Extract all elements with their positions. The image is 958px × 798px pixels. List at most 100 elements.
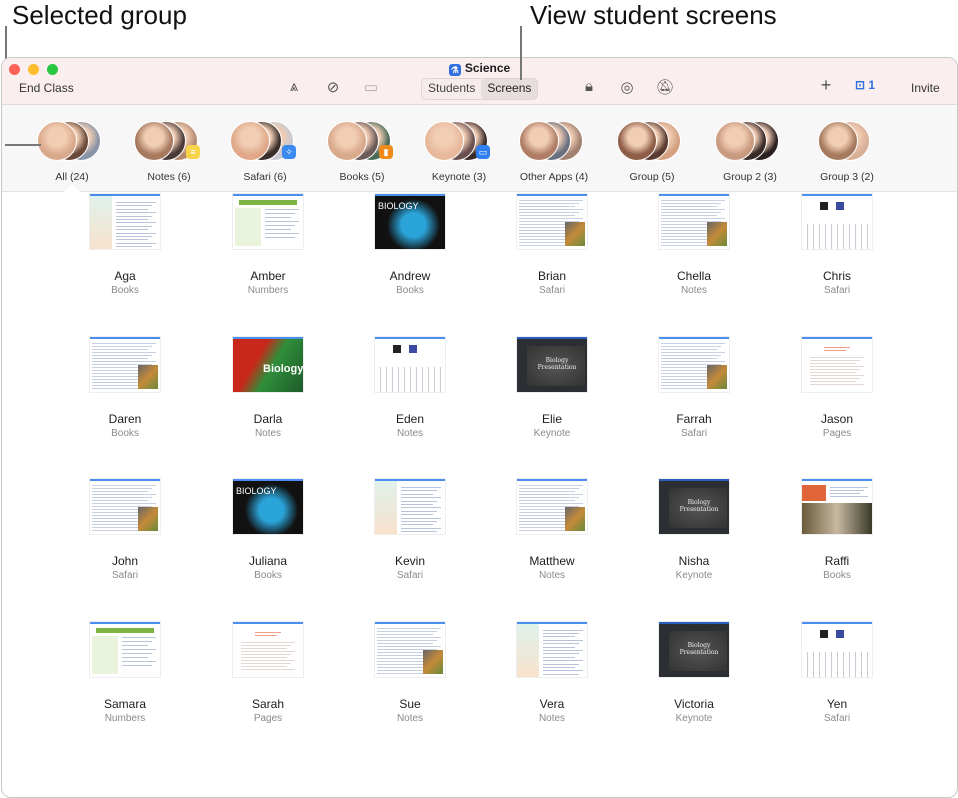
student-screen-thumbnail[interactable] <box>659 336 729 392</box>
text-line <box>543 663 579 665</box>
text-line <box>377 636 441 638</box>
student-name: Chris <box>822 269 851 283</box>
student-screen-thumbnail[interactable] <box>802 621 872 677</box>
student-screen-thumbnail[interactable] <box>90 336 160 392</box>
student-tile[interactable]: Biology Presentation Nisha Keynote <box>634 479 754 581</box>
student-screen-thumbnail[interactable]: Biology Presentation <box>659 621 729 677</box>
text-line <box>543 636 575 638</box>
student-screen-thumbnail[interactable] <box>90 194 160 249</box>
student-screen-thumbnail[interactable] <box>659 194 729 249</box>
student-screen-thumbnail[interactable]: Biology Presentation <box>659 479 729 534</box>
mute-icon[interactable]: 🔕︎ <box>655 78 675 96</box>
text-line <box>265 233 299 234</box>
student-screen-thumbnail[interactable] <box>802 194 872 249</box>
group-avatars: ▮ <box>327 121 397 161</box>
window-title: ⚗ Science <box>2 61 957 76</box>
student-tile[interactable]: Chella Notes <box>634 194 754 296</box>
inbox-button[interactable]: ⊡ 1 <box>855 78 875 92</box>
text-line <box>265 225 295 226</box>
student-screen-thumbnail[interactable] <box>375 621 445 677</box>
student-tile[interactable]: Chris Safari <box>777 194 897 296</box>
keyboard <box>802 224 872 249</box>
student-app: Safari <box>823 712 851 724</box>
student-tile[interactable]: Aga Books <box>65 194 185 296</box>
student-app: Notes <box>396 427 424 439</box>
student-tile[interactable]: Kevin Safari <box>350 479 470 581</box>
group-all[interactable]: All (24) <box>17 121 127 183</box>
hide-icon[interactable]: ◎ <box>617 78 637 96</box>
student-screen-thumbnail[interactable] <box>233 621 303 677</box>
student-tile[interactable]: Amber Numbers <box>208 194 328 296</box>
group-avatars: ▭ <box>424 121 494 161</box>
student-screen-thumbnail[interactable]: Biology <box>233 336 303 392</box>
student-tile[interactable]: Jason Pages <box>777 336 897 439</box>
callout-view-student-screens: View student screens <box>530 0 777 30</box>
student-screen-thumbnail[interactable] <box>517 479 587 534</box>
student-tile[interactable]: Farrah Safari <box>634 336 754 439</box>
invite-button[interactable]: Invite <box>911 81 940 95</box>
student-tile[interactable]: Vera Notes <box>492 621 612 724</box>
tab-students[interactable]: Students <box>422 79 481 99</box>
student-tile[interactable]: Biology Darla Notes <box>208 336 328 439</box>
end-class-button[interactable]: End Class <box>19 81 74 95</box>
group-avatars <box>715 121 785 161</box>
student-screen-thumbnail[interactable] <box>517 621 587 677</box>
text-line <box>543 639 583 641</box>
student-screen-thumbnail[interactable] <box>517 194 587 249</box>
text-line <box>116 232 156 234</box>
group-notes[interactable]: ≡ Notes (6) <box>114 121 224 183</box>
text-line <box>824 349 846 351</box>
student-tile[interactable]: Daren Books <box>65 336 185 439</box>
student-screen-thumbnail[interactable] <box>233 194 303 249</box>
group-books[interactable]: ▮ Books (5) <box>307 121 417 183</box>
student-tile[interactable]: Sarah Pages <box>208 621 328 724</box>
student-screen-thumbnail[interactable] <box>90 479 160 534</box>
lock-icon[interactable]: 🔒︎ <box>579 78 599 95</box>
student-name: Yen <box>826 696 848 711</box>
airplay-icon[interactable]: ▭ <box>361 78 381 96</box>
student-screen-thumbnail[interactable]: Biology Presentation <box>517 336 587 392</box>
student-tile[interactable]: BIOLOGY Juliana Books <box>208 479 328 581</box>
text-line <box>401 504 433 505</box>
text-line <box>241 665 287 667</box>
student-screen-thumbnail[interactable]: BIOLOGY <box>233 479 303 534</box>
student-tile[interactable]: Sue Notes <box>350 621 470 724</box>
group-keynote[interactable]: ▭ Keynote (3) <box>404 121 514 183</box>
student-tile[interactable]: BIOLOGY Andrew Books <box>350 194 470 296</box>
avatar <box>715 121 755 161</box>
student-name: Juliana <box>248 554 288 568</box>
student-tile[interactable]: Yen Safari <box>777 621 897 724</box>
student-screen-thumbnail[interactable]: BIOLOGY <box>375 194 445 249</box>
navigate-icon[interactable]: ⊘ <box>323 78 343 96</box>
student-screen-thumbnail[interactable] <box>802 336 872 392</box>
student-tile[interactable]: Biology Presentation Victoria Keynote <box>634 621 754 724</box>
student-tile[interactable]: Biology Presentation Elie Keynote <box>492 336 612 439</box>
text-line <box>116 202 156 203</box>
group-other-apps[interactable]: Other Apps (4) <box>499 121 609 183</box>
tab-screens[interactable]: Screens <box>481 79 538 99</box>
image <box>138 507 158 531</box>
student-screen-thumbnail[interactable] <box>90 621 160 677</box>
text-line <box>543 643 579 645</box>
sidebar <box>517 623 539 677</box>
text-line <box>116 208 148 210</box>
group-group[interactable]: Group (5) <box>597 121 707 183</box>
text-line <box>241 650 295 652</box>
group-group-2[interactable]: Group 2 (3) <box>695 121 805 183</box>
group-group-3[interactable]: Group 3 (2) <box>792 121 902 183</box>
student-screen-thumbnail[interactable] <box>802 479 872 534</box>
student-screen-thumbnail[interactable] <box>375 336 445 392</box>
apps-icon[interactable]: ⩓ <box>284 78 304 95</box>
text-line <box>519 497 579 498</box>
student-tile[interactable]: Matthew Notes <box>492 479 612 581</box>
add-icon[interactable]: + <box>816 75 836 96</box>
student-tile[interactable]: John Safari <box>65 479 185 581</box>
student-tile[interactable]: Raffi Books <box>777 479 897 581</box>
student-tile[interactable]: Brian Safari <box>492 194 612 296</box>
student-tile[interactable]: Samara Numbers <box>65 621 185 724</box>
group-safari[interactable]: ✧ Safari (6) <box>210 121 320 183</box>
student-tile[interactable]: Eden Notes <box>350 336 470 439</box>
student-screen-thumbnail[interactable] <box>375 479 445 534</box>
text-line <box>543 646 575 648</box>
text-line <box>92 485 156 486</box>
